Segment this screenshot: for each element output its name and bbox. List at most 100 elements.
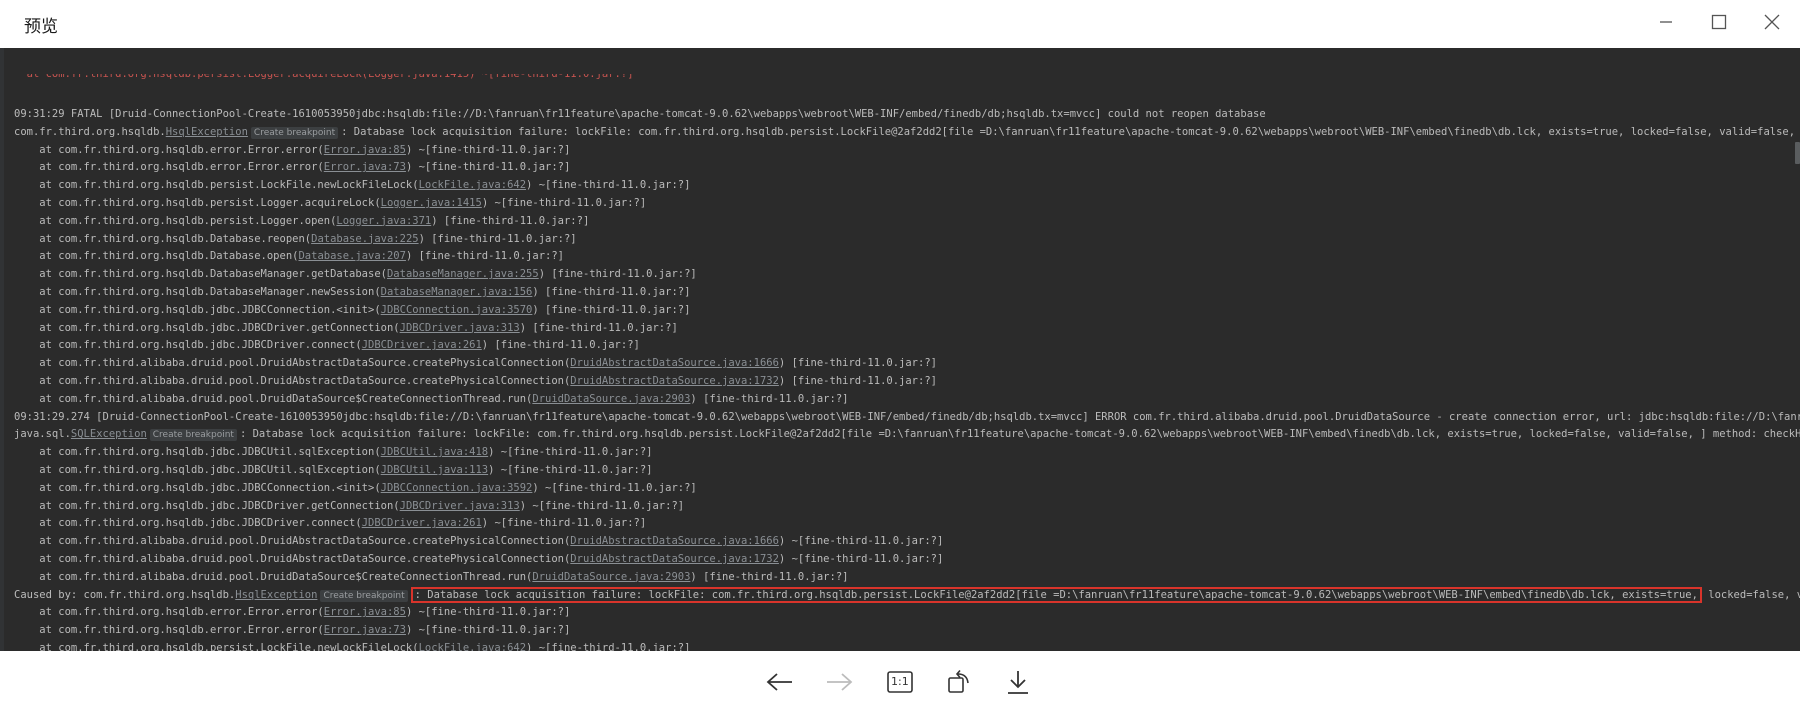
log-text-prefix: at com.fr.third.org.hsqldb.persist.Logge… — [14, 214, 337, 227]
exception-link[interactable]: HsqlException — [235, 589, 317, 601]
log-lines: at com.fr.third.org.hsqldb.persist.Logge… — [14, 50, 1800, 651]
create-breakpoint-button[interactable]: Create breakpoint — [320, 589, 408, 602]
source-link[interactable]: Database.java:225 — [311, 233, 418, 245]
stack-frame-line: at com.fr.third.org.hsqldb.Database.open… — [14, 248, 1800, 266]
exception-link[interactable]: SQLException — [71, 428, 147, 440]
source-link[interactable]: Logger.java:371 — [336, 215, 431, 227]
create-breakpoint-button[interactable]: Create breakpoint — [250, 126, 339, 139]
actual-size-button[interactable]: 1:1 — [884, 666, 916, 698]
log-text-suffix: ) ~[fine-third-11.0.jar:?] — [405, 143, 571, 156]
source-link[interactable]: DruidAbstractDataSource.java:1666 — [570, 535, 779, 547]
source-link[interactable]: JDBCConnection.java:3570 — [381, 304, 533, 316]
log-text-prefix: at com.fr.third.alibaba.druid.pool.Druid… — [14, 570, 533, 583]
stack-frame-line: at com.fr.third.alibaba.druid.pool.Druid… — [14, 391, 1800, 409]
log-text-prefix: at com.fr.third.org.hsqldb.error.Error.e… — [14, 161, 324, 174]
log-text-prefix: at com.fr.third.org.hsqldb.Database.reop… — [14, 232, 312, 245]
log-text-suffix: ) ~[fine-third-11.0.jar:?] — [778, 552, 944, 565]
download-icon — [1008, 671, 1028, 694]
source-link[interactable]: JDBCDriver.java:313 — [400, 322, 520, 334]
log-text: 09:31:29.274 [Druid-ConnectionPool-Creat… — [14, 410, 1800, 423]
log-text-prefix: at com.fr.third.org.hsqldb.DatabaseManag… — [14, 285, 381, 298]
close-icon — [1764, 14, 1780, 30]
stack-frame-line: at com.fr.third.org.hsqldb.persist.LockF… — [14, 177, 1800, 195]
minimize-button[interactable] — [1646, 4, 1686, 40]
source-link[interactable]: DruidDataSource.java:2903 — [532, 571, 690, 583]
download-button[interactable] — [1002, 666, 1034, 698]
stack-frame-line: at com.fr.third.alibaba.druid.pool.Druid… — [14, 569, 1800, 587]
arrow-left-icon — [766, 673, 792, 691]
log-text-suffix: ) [fine-third-11.0.jar:?] — [519, 321, 678, 334]
source-link[interactable]: JDBCDriver.java:313 — [400, 500, 520, 512]
stack-frame-line: at com.fr.third.org.hsqldb.jdbc.JDBCDriv… — [14, 337, 1800, 355]
stack-frame-line: at com.fr.third.org.hsqldb.DatabaseManag… — [14, 284, 1800, 302]
rotate-button[interactable] — [943, 666, 975, 698]
scrollbar-thumb[interactable] — [1795, 142, 1800, 164]
previous-button[interactable] — [764, 666, 796, 698]
stack-frame-line: at com.fr.third.org.hsqldb.persist.Logge… — [14, 195, 1800, 213]
source-link[interactable]: Database.java:207 — [298, 250, 405, 262]
log-text-prefix: at com.fr.third.org.hsqldb.error.Error.e… — [14, 143, 324, 156]
source-link[interactable]: Error.java:73 — [324, 624, 406, 636]
log-text-suffix: ) ~[fine-third-11.0.jar:?] — [481, 196, 647, 209]
stack-frame-line: at com.fr.third.alibaba.druid.pool.Druid… — [14, 355, 1800, 373]
source-link[interactable]: DruidAbstractDataSource.java:1666 — [570, 357, 779, 369]
next-button[interactable] — [823, 666, 855, 698]
console-output[interactable]: at com.fr.third.org.hsqldb.persist.Logge… — [0, 48, 1800, 651]
log-text-suffix: ) ~[fine-third-11.0.jar:?] — [488, 446, 653, 459]
source-link[interactable]: Logger.java:1415 — [381, 197, 482, 209]
log-text-prefix: at com.fr.third.org.hsqldb.persist.LockF… — [14, 179, 419, 192]
log-text-suffix: ) [fine-third-11.0.jar:?] — [690, 392, 849, 405]
close-button[interactable] — [1752, 4, 1792, 40]
source-link[interactable]: LockFile.java:642 — [419, 179, 526, 191]
log-text-suffix: : Database lock acquisition failure: loc… — [239, 428, 1800, 441]
create-breakpoint-button[interactable]: Create breakpoint — [149, 429, 237, 442]
log-text-prefix: at com.fr.third.org.hsqldb.jdbc.JDBCDriv… — [14, 339, 362, 352]
stack-frame-line: at com.fr.third.alibaba.druid.pool.Druid… — [14, 373, 1800, 391]
source-link[interactable]: DruidDataSource.java:2903 — [532, 393, 690, 405]
source-link[interactable]: JDBCUtil.java:418 — [381, 446, 488, 458]
source-link[interactable]: JDBCDriver.java:261 — [362, 339, 482, 351]
log-text: 09:31:29 FATAL [Druid-ConnectionPool-Cre… — [14, 108, 1266, 120]
log-text-prefix: at com.fr.third.org.hsqldb.jdbc.JDBCConn… — [14, 481, 381, 494]
log-text-suffix: ) ~[fine-third-11.0.jar:?] — [519, 499, 685, 512]
exception-line: java.sql.SQLException Create breakpoint: … — [14, 426, 1800, 444]
stack-frame-line: at com.fr.third.alibaba.druid.pool.Druid… — [14, 551, 1800, 569]
caused-by-line: Caused by: com.fr.third.org.hsqldb.HsqlE… — [14, 586, 1800, 605]
source-link[interactable]: DatabaseManager.java:156 — [381, 286, 533, 298]
log-text-suffix: ) ~[fine-third-11.0.jar:?] — [778, 535, 944, 548]
log-text-suffix: ) [fine-third-11.0.jar:?] — [431, 214, 590, 227]
log-text-prefix: at com.fr.third.org.hsqldb.Database.open… — [14, 250, 299, 263]
log-text-suffix: ) ~[fine-third-11.0.jar:?] — [526, 641, 691, 651]
source-link[interactable]: JDBCDriver.java:261 — [362, 517, 482, 529]
log-text-suffix: ) [fine-third-11.0.jar:?] — [481, 339, 640, 352]
source-link[interactable]: Error.java:85 — [324, 606, 406, 618]
log-text-prefix: at com.fr.third.org.hsqldb.jdbc.JDBCDriv… — [14, 499, 400, 512]
maximize-button[interactable] — [1699, 4, 1739, 40]
log-text-suffix: ) [fine-third-11.0.jar:?] — [532, 285, 691, 298]
stack-frame-line: at com.fr.third.org.hsqldb.error.Error.e… — [14, 142, 1800, 160]
log-text-prefix: at com.fr.third.org.hsqldb.error.Error.e… — [14, 624, 324, 637]
log-text-suffix: ) ~[fine-third-11.0.jar:?] — [532, 481, 697, 494]
stack-frame-line: at com.fr.third.org.hsqldb.jdbc.JDBCConn… — [14, 480, 1800, 498]
log-text-suffix: ) [fine-third-11.0.jar:?] — [405, 250, 564, 263]
source-link[interactable]: DatabaseManager.java:255 — [387, 268, 539, 280]
log-line: 09:31:29 FATAL [Druid-ConnectionPool-Cre… — [14, 106, 1800, 124]
log-text-prefix: Caused by: com.fr.third.org.hsqldb. — [14, 588, 236, 601]
log-text-prefix: at com.fr.third.org.hsqldb.DatabaseManag… — [14, 268, 387, 281]
stack-frame-line: at com.fr.third.org.hsqldb.jdbc.JDBCDriv… — [14, 320, 1800, 338]
log-text-suffix: ) [fine-third-11.0.jar:?] — [538, 268, 697, 281]
source-link[interactable]: Error.java:85 — [324, 144, 406, 156]
source-link[interactable]: JDBCConnection.java:3592 — [381, 482, 533, 494]
source-link[interactable]: JDBCUtil.java:113 — [381, 464, 488, 476]
maximize-icon — [1711, 14, 1727, 30]
source-link[interactable]: LockFile.java:642 — [419, 642, 526, 651]
log-text-prefix: at com.fr.third.org.hsqldb.persist.LockF… — [14, 641, 419, 651]
log-text-prefix: at com.fr.third.alibaba.druid.pool.Druid… — [14, 374, 571, 387]
log-text-prefix: at com.fr.third.alibaba.druid.pool.Druid… — [14, 392, 533, 405]
source-link[interactable]: DruidAbstractDataSource.java:1732 — [570, 375, 779, 387]
exception-link[interactable]: HsqlException — [166, 126, 248, 138]
source-link[interactable]: DruidAbstractDataSource.java:1732 — [570, 553, 779, 565]
log-text-suffix: ) [fine-third-11.0.jar:?] — [778, 374, 937, 387]
log-text-suffix: locked=false, valid=false, ] — [1708, 588, 1800, 601]
source-link[interactable]: Error.java:73 — [324, 161, 406, 173]
